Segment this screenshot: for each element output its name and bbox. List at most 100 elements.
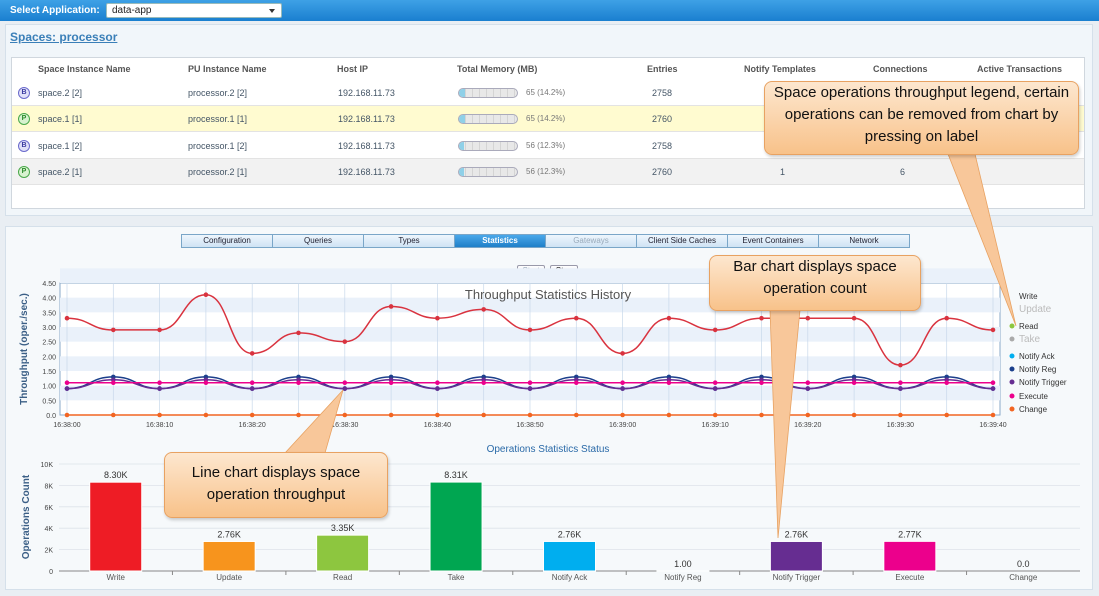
data-point <box>620 412 625 418</box>
bar-chart-callout: Bar chart displays space operation count <box>709 255 921 311</box>
y-tick-label: 4K <box>44 526 53 533</box>
data-point <box>296 380 301 386</box>
data-point <box>990 327 996 333</box>
y-tick-label: 3.50 <box>42 310 56 317</box>
bar-value-label: 3.35K <box>331 523 355 533</box>
data-point <box>944 380 949 386</box>
data-point <box>805 380 811 386</box>
legend-item-change[interactable]: Change <box>1019 405 1048 414</box>
data-point <box>435 315 440 321</box>
data-point <box>898 412 903 418</box>
data-point <box>574 380 579 386</box>
data-point <box>666 380 672 386</box>
data-point <box>712 327 718 333</box>
x-tick-label: Change <box>1009 573 1038 582</box>
x-tick-label: 16:38:20 <box>239 422 266 429</box>
y-tick-label: 0.0 <box>46 413 56 420</box>
bar-value-label: 8.30K <box>104 470 128 480</box>
y-tick-label: 4.00 <box>42 296 56 303</box>
data-point <box>574 412 579 418</box>
x-tick-label: 16:38:00 <box>53 422 80 429</box>
x-tick-label: Notify Trigger <box>773 573 821 582</box>
data-point <box>574 315 579 321</box>
data-point <box>620 380 625 386</box>
data-point <box>666 315 672 321</box>
y-tick-label: 0 <box>49 569 53 576</box>
legend-item-execute[interactable]: Execute <box>1019 392 1048 401</box>
data-point <box>435 386 440 391</box>
data-point <box>990 386 996 391</box>
legend-marker <box>1009 366 1015 372</box>
data-point <box>666 412 672 418</box>
data-point <box>712 380 718 386</box>
bar-value-label: 2.77K <box>898 529 922 539</box>
legend-item-read[interactable]: Read <box>1019 322 1038 331</box>
bar-update <box>202 540 256 572</box>
bar-take <box>429 481 483 572</box>
bar-value-label: 8.31K <box>444 470 468 480</box>
x-tick-label: 16:39:30 <box>887 422 914 429</box>
y-tick-label: 1.50 <box>42 369 56 376</box>
data-point <box>851 380 857 386</box>
data-point <box>944 315 949 321</box>
legend-item-notify-trigger[interactable]: Notify Trigger <box>1019 378 1067 387</box>
legend-item-update[interactable]: Update <box>1019 304 1052 315</box>
x-tick-label: Update <box>216 573 242 582</box>
x-tick-label: 16:38:30 <box>331 422 358 429</box>
data-point <box>203 380 209 386</box>
data-point <box>712 412 718 418</box>
data-point <box>805 412 811 418</box>
y-tick-label: 4.50 <box>42 281 56 288</box>
x-tick-label: 16:38:10 <box>146 422 173 429</box>
x-tick-label: 16:39:40 <box>979 422 1006 429</box>
data-point <box>157 386 162 391</box>
data-point <box>990 380 996 386</box>
data-point <box>481 412 487 418</box>
x-tick-label: 16:39:10 <box>702 422 729 429</box>
y-tick-label: 6K <box>44 505 53 512</box>
data-point <box>898 386 903 391</box>
data-point <box>759 380 764 386</box>
data-point <box>851 315 857 321</box>
data-point <box>620 351 625 356</box>
data-point <box>388 380 394 386</box>
data-point <box>342 380 348 386</box>
data-point <box>64 315 70 321</box>
x-tick-label: Execute <box>895 573 924 582</box>
bar-chart-title: Operations Statistics Status <box>487 444 610 455</box>
data-point <box>342 339 348 344</box>
bar-notify-ack <box>543 540 596 572</box>
data-point <box>481 380 487 386</box>
bar-value-label: 2.76K <box>785 529 809 539</box>
y-tick-label: 0.50 <box>42 398 56 405</box>
data-point <box>620 386 625 391</box>
x-tick-label: Read <box>333 573 352 582</box>
data-point <box>111 327 116 333</box>
data-point <box>435 380 440 386</box>
legend-item-write[interactable]: Write <box>1019 292 1038 301</box>
data-point <box>527 327 533 333</box>
bar-read <box>316 534 370 572</box>
data-point <box>157 380 162 386</box>
y-tick-label: 3.00 <box>42 325 56 332</box>
data-point <box>249 380 255 386</box>
data-point <box>990 412 996 418</box>
data-point <box>388 412 394 418</box>
legend-item-take[interactable]: Take <box>1019 334 1041 345</box>
x-tick-label: 16:38:50 <box>516 422 543 429</box>
legend-marker <box>1009 379 1015 385</box>
y-tick-label: 8K <box>44 483 53 490</box>
legend-item-notify-ack[interactable]: Notify Ack <box>1019 352 1056 361</box>
legend-marker <box>1009 336 1015 342</box>
legend-marker <box>1009 353 1015 359</box>
data-point <box>712 386 718 391</box>
legend-marker <box>1009 393 1015 399</box>
bar-value-label: 1.00 <box>674 559 692 569</box>
data-point <box>203 292 209 298</box>
x-tick-label: Write <box>106 573 125 582</box>
legend-item-notify-reg[interactable]: Notify Reg <box>1019 365 1056 374</box>
data-point <box>64 380 70 386</box>
data-point <box>805 386 811 391</box>
y-tick-label: 2.00 <box>42 354 56 361</box>
line-chart-y-label: Throughput (oper./sec.) <box>19 293 30 405</box>
